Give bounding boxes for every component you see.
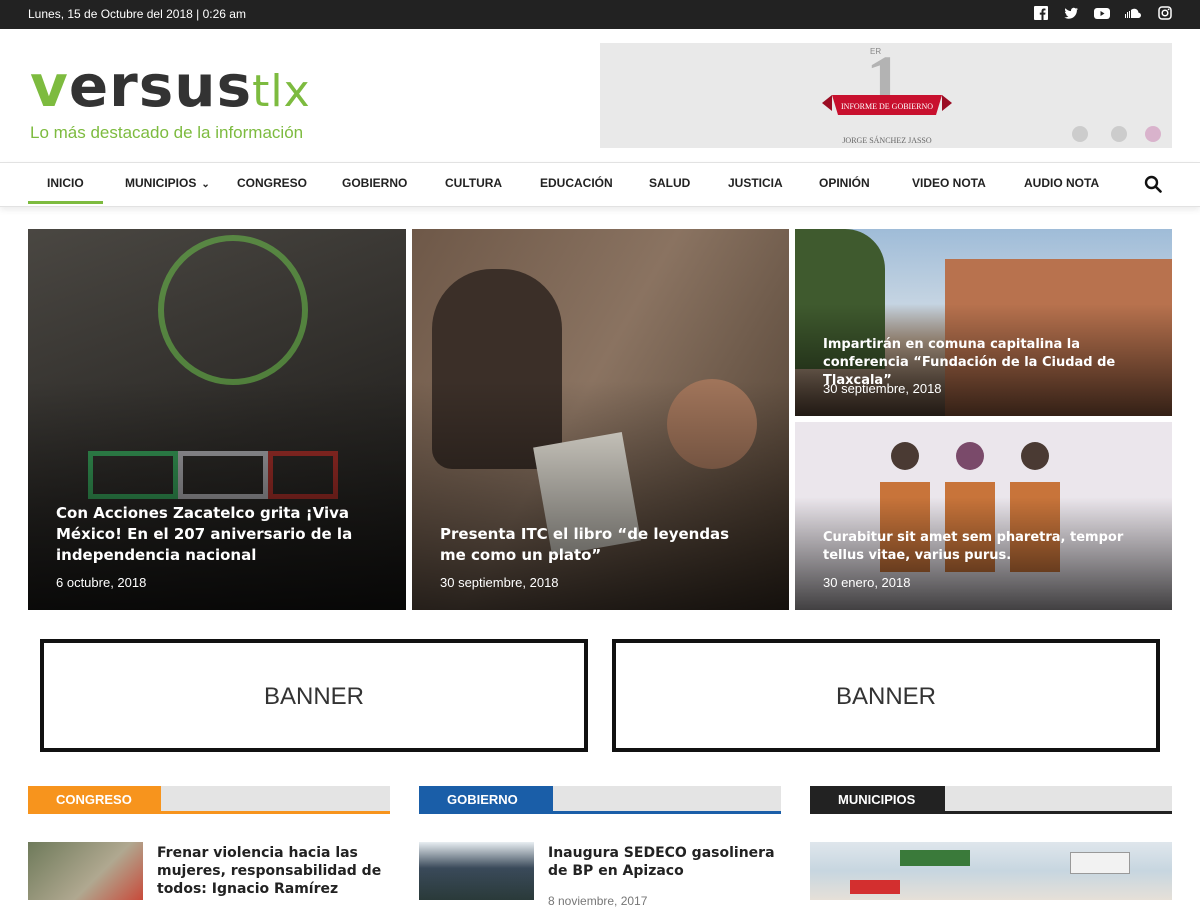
nav-item-educacion[interactable]: EDUCACIÓN	[540, 176, 613, 190]
ad-ribbon-text: INFORME DE GOBIERNO	[841, 102, 933, 111]
site-header: versustlx Lo más destacado de la informa…	[0, 29, 1200, 162]
logo-wordmark: versustlx	[30, 52, 311, 120]
article-thumbnail[interactable]	[419, 842, 534, 900]
search-icon[interactable]	[1144, 175, 1162, 198]
site-logo[interactable]: versustlx Lo más destacado de la informa…	[30, 57, 311, 143]
nav-item-municipios[interactable]: MUNICIPIOS ⌄	[125, 176, 210, 190]
featured-story-2[interactable]: Presenta ITC el libro “de leyendas me co…	[412, 229, 789, 610]
nav-item-salud[interactable]: SALUD	[649, 176, 690, 190]
article-date: 8 noviembre, 2017	[548, 894, 648, 908]
nav-item-congreso[interactable]: CONGRESO	[237, 176, 307, 190]
logo-tagline: Lo más destacado de la información	[30, 123, 304, 142]
twitter-icon[interactable]	[1064, 6, 1078, 20]
nav-item-video-nota[interactable]: VIDEO NOTA	[912, 176, 986, 190]
section-municipios: MUNICIPIOS	[810, 786, 1172, 814]
nav-item-opinion[interactable]: OPINIÓN	[819, 176, 870, 190]
nav-item-cultura[interactable]: CULTURA	[445, 176, 502, 190]
featured-story-4[interactable]: Curabitur sit amet sem pharetra, tempor …	[795, 422, 1172, 610]
section-congreso: CONGRESO	[28, 786, 390, 814]
story-date: 6 octubre, 2018	[56, 575, 147, 590]
story-date: 30 septiembre, 2018	[440, 575, 559, 590]
instagram-icon[interactable]	[1158, 6, 1172, 20]
section-gobierno: GOBIERNO	[419, 786, 781, 814]
header-ad-banner[interactable]: 1 ER INFORME DE GOBIERNO JORGE SÁNCHEZ J…	[600, 41, 1172, 148]
nav-item-justicia[interactable]: JUSTICIA	[728, 176, 783, 190]
current-date: Lunes, 15 de Octubre del 2018 | 0:26 am	[28, 7, 246, 21]
nav-item-inicio[interactable]: INICIO	[28, 176, 103, 204]
social-links	[1034, 6, 1172, 20]
facebook-icon[interactable]	[1034, 6, 1048, 20]
nav-item-audio-nota[interactable]: AUDIO NOTA	[1024, 176, 1099, 190]
featured-story-1[interactable]: Con Acciones Zacatelco grita ¡Viva Méxic…	[28, 229, 406, 610]
ad-superscript: ER	[870, 47, 881, 56]
article-title[interactable]: Frenar violencia hacia las mujeres, resp…	[157, 844, 397, 898]
section-label-municipios[interactable]: MUNICIPIOS	[810, 786, 945, 811]
informe-graphic: 1 ER INFORME DE GOBIERNO JORGE SÁNCHEZ J…	[600, 41, 1172, 148]
main-nav: INICIO MUNICIPIOS ⌄ CONGRESO GOBIERNO CUL…	[0, 162, 1200, 207]
story-title[interactable]: Presenta ITC el libro “de leyendas me co…	[440, 524, 760, 566]
story-title[interactable]: Curabitur sit amet sem pharetra, tempor …	[823, 529, 1153, 565]
featured-story-3[interactable]: Impartirán en comuna capitalina la confe…	[795, 229, 1172, 416]
section-label-gobierno[interactable]: GOBIERNO	[419, 786, 553, 811]
story-date: 30 enero, 2018	[823, 575, 911, 590]
section-label-congreso[interactable]: CONGRESO	[28, 786, 161, 811]
top-bar: Lunes, 15 de Octubre del 2018 | 0:26 am	[0, 0, 1200, 29]
chevron-down-icon: ⌄	[201, 179, 210, 190]
decoration-lights	[158, 235, 308, 385]
story-title[interactable]: Con Acciones Zacatelco grita ¡Viva Méxic…	[56, 503, 386, 566]
article-title[interactable]: Inaugura SEDECO gasolinera de BP en Apiz…	[548, 844, 783, 880]
nav-item-gobierno[interactable]: GOBIERNO	[342, 176, 407, 190]
banner-ad-right[interactable]: BANNER	[612, 639, 1160, 752]
article-image[interactable]	[810, 842, 1172, 900]
story-date: 30 septiembre, 2018	[823, 381, 942, 396]
soundcloud-icon[interactable]	[1124, 6, 1142, 20]
article-thumbnail[interactable]	[28, 842, 143, 900]
banner-ad-left[interactable]: BANNER	[40, 639, 588, 752]
ad-name: JORGE SÁNCHEZ JASSO	[842, 135, 932, 145]
youtube-icon[interactable]	[1094, 6, 1110, 20]
